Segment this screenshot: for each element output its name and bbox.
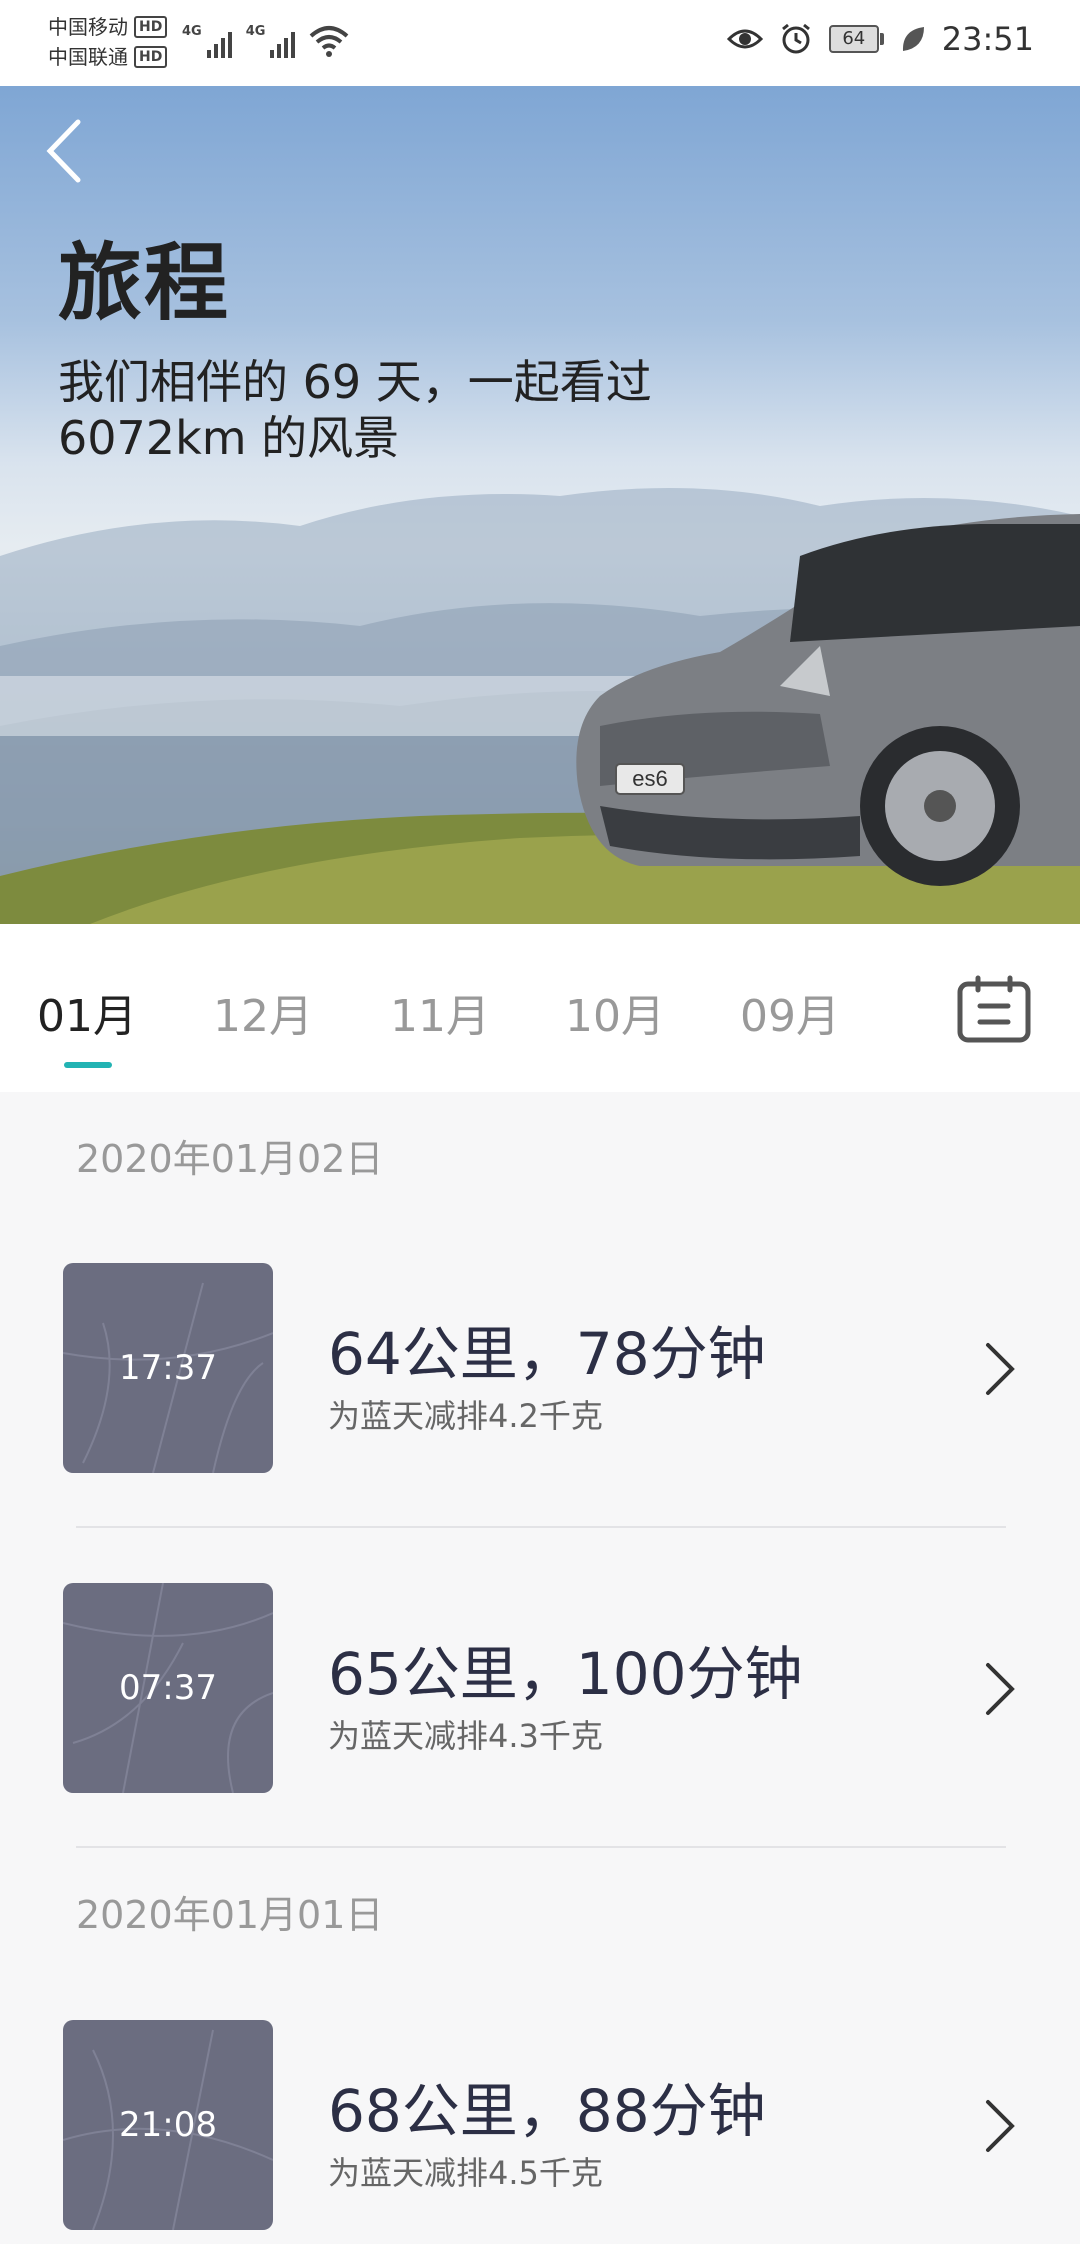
carrier-name-1: 中国移动 [48,15,128,39]
signal-indicators: 4G 4G [182,24,349,58]
network-type-label: 4G [182,24,202,39]
eye-icon [726,29,763,49]
status-bar: 中国移动 HD 中国联通 HD 4G 4G 64 23:51 [0,0,1080,86]
trip-emission-saving: 为蓝天减排4.2千克 [328,1397,603,1435]
date-header: 2020年01月02日 [76,1137,384,1181]
date-header: 2020年01月01日 [76,1893,384,1937]
signal-icon: 4G [246,24,296,58]
trip-distance-duration: 64公里，78分钟 [328,1320,766,1388]
license-plate: es6 [632,766,667,791]
network-type-label: 4G [245,24,266,39]
hero-banner: es6 旅程 我们相伴的 69 天，一起看过 6072km 的风景 [0,86,1080,924]
trip-distance-duration: 68公里，88分钟 [328,2077,766,2145]
summary-line-1: 我们相伴的 69 天，一起看过 [58,355,652,409]
trip-start-time: 17:37 [119,1348,217,1388]
tab-month-12[interactable]: 12月 [213,980,313,1044]
trip-item[interactable]: 21:08 68公里，88分钟 为蓝天减排4.5千克 [0,2020,1080,2230]
trip-map-thumbnail: 17:37 [63,1263,273,1473]
page-title: 旅程 [58,234,231,332]
wifi-icon [310,26,349,57]
summary-line-2: 6072km 的风景 [58,411,400,465]
chevron-right-icon [986,1343,1015,1395]
signal-icon: 4G [182,24,232,58]
journey-summary: 我们相伴的 69 天，一起看过 6072km 的风景 [58,354,758,466]
month-tabs: 01月 12月 11月 10月 09月 [0,924,1080,1092]
trip-start-time: 07:37 [119,1668,217,1708]
landscape-car-image: es6 [0,488,1080,924]
alarm-icon [781,23,810,54]
chevron-right-icon [986,1663,1015,1715]
leaf-icon [902,27,924,51]
trip-item[interactable]: 17:37 64公里，78分钟 为蓝天减排4.2千克 [0,1263,1080,1473]
trip-map-thumbnail: 07:37 [63,1583,273,1793]
clock-time: 23:51 [941,20,1034,58]
chevron-right-icon [986,2100,1015,2152]
trip-map-thumbnail: 21:08 [63,2020,273,2230]
tab-month-10[interactable]: 10月 [565,980,665,1044]
calendar-icon[interactable] [956,974,1032,1044]
hd-badge: HD [134,16,168,38]
battery-level: 64 [828,25,879,53]
carrier-info: 中国移动 HD 中国联通 HD [48,12,168,72]
trip-distance-duration: 65公里，100分钟 [328,1640,803,1708]
trip-emission-saving: 为蓝天减排4.3千克 [328,1717,603,1755]
back-arrow-icon[interactable] [40,116,90,186]
divider [76,1526,1006,1528]
divider [76,1846,1006,1848]
trip-emission-saving: 为蓝天减排4.5千克 [328,2154,603,2192]
hd-badge: HD [134,46,168,68]
tab-month-01[interactable]: 01月 [37,980,137,1044]
trip-start-time: 21:08 [119,2105,217,2145]
trip-list: 2020年01月02日 17:37 64公里，78分钟 为蓝天减排4.2千克 0… [0,1092,1080,2244]
tab-month-09[interactable]: 09月 [740,980,840,1044]
tab-month-11[interactable]: 11月 [390,980,490,1044]
trip-item[interactable]: 07:37 65公里，100分钟 为蓝天减排4.3千克 [0,1583,1080,1793]
active-tab-indicator [64,1062,112,1068]
battery-icon: 64 [828,25,884,53]
carrier-name-2: 中国联通 [48,45,128,69]
